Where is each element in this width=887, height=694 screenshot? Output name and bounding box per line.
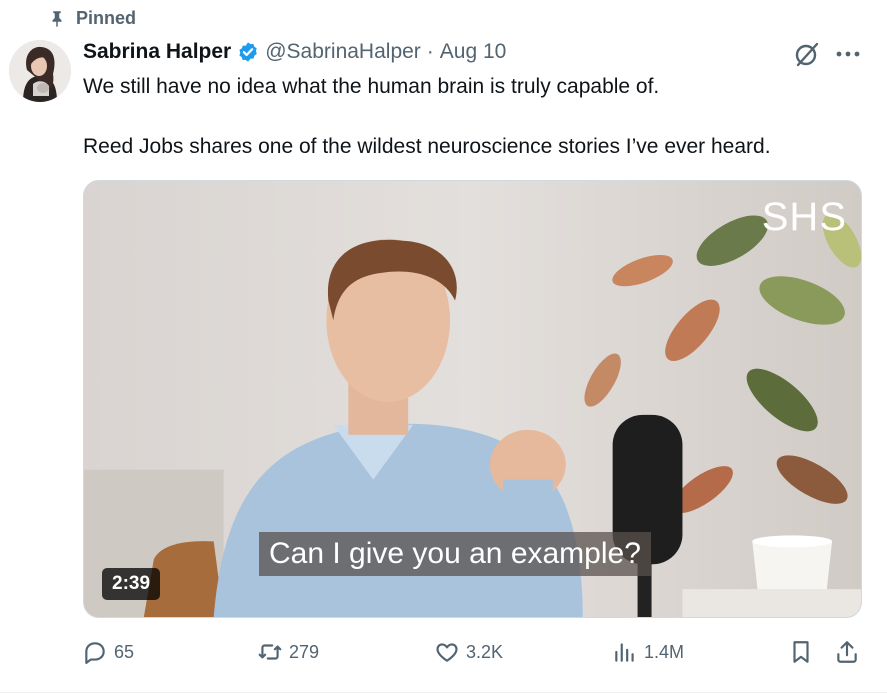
avatar-image <box>9 40 71 102</box>
tweet-text-line2: Reed Jobs shares one of the wildest neur… <box>83 135 771 158</box>
separator-dot: · <box>426 40 434 63</box>
author-name[interactable]: Sabrina Halper <box>83 40 231 64</box>
more-icon[interactable] <box>835 46 861 62</box>
bookmark-button[interactable] <box>788 636 814 668</box>
repost-button[interactable]: 279 <box>257 636 319 668</box>
reply-button[interactable]: 65 <box>82 636 134 668</box>
tweet-text-line1: We still have no idea what the human bra… <box>83 75 660 98</box>
share-icon <box>837 641 857 663</box>
verified-icon <box>239 42 258 62</box>
video-player[interactable]: SHS Can I give you an example? 2:39 <box>83 180 862 618</box>
pin-icon <box>52 11 62 27</box>
views-icon <box>615 643 634 662</box>
repost-count: 279 <box>289 641 320 662</box>
pinned-label: Pinned <box>76 7 137 28</box>
tweet[interactable]: Pinned Sabrina Halper @SabrinaHalper · A… <box>0 0 887 694</box>
tweet-header: Sabrina Halper @SabrinaHalper · Aug 10 <box>83 36 867 68</box>
repost-icon <box>258 644 282 660</box>
pinned-indicator: Pinned <box>48 5 136 31</box>
divider <box>0 692 887 693</box>
video-caption: Can I give you an example? <box>259 532 651 576</box>
bookmark-icon <box>793 641 809 663</box>
views-button[interactable]: 1.4M <box>612 636 684 668</box>
like-icon <box>436 643 458 662</box>
tweet-text: We still have no idea what the human bra… <box>83 72 863 162</box>
video-watermark: SHS <box>761 195 847 239</box>
tweet-actions: 65 279 3.2K 1.4M <box>80 636 870 668</box>
share-button[interactable] <box>834 636 860 668</box>
author-handle[interactable]: @SabrinaHalper <box>265 40 421 64</box>
reply-icon <box>85 642 105 664</box>
view-count: 1.4M <box>644 641 685 662</box>
post-date[interactable]: Aug 10 <box>440 40 507 64</box>
grok-icon[interactable] <box>793 40 821 68</box>
avatar[interactable] <box>9 40 71 102</box>
like-count: 3.2K <box>466 641 504 662</box>
video-duration: 2:39 <box>102 568 161 600</box>
like-button[interactable]: 3.2K <box>434 636 503 668</box>
reply-count: 65 <box>114 641 135 662</box>
